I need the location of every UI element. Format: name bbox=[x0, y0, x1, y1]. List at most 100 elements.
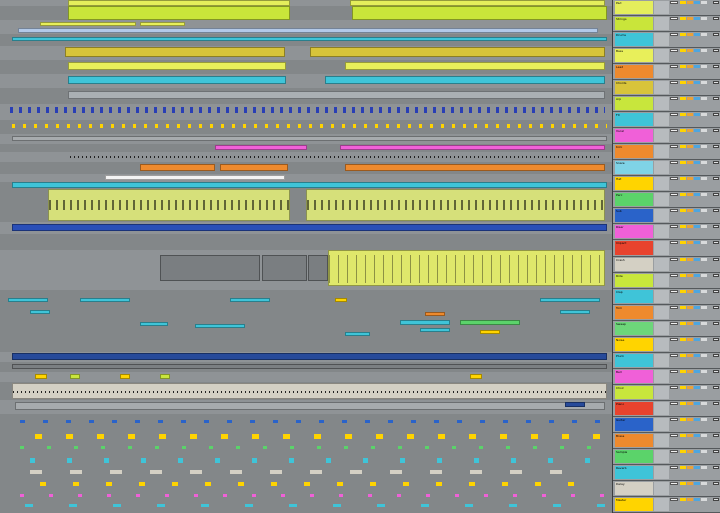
monitor-button[interactable] bbox=[701, 1, 707, 4]
activator-button[interactable] bbox=[680, 481, 686, 485]
monitor-button[interactable] bbox=[701, 129, 707, 133]
monitor-button[interactable] bbox=[701, 273, 707, 277]
track-header[interactable]: Drums bbox=[613, 32, 720, 49]
midi-clip[interactable] bbox=[160, 374, 170, 379]
arm-button[interactable] bbox=[694, 257, 700, 261]
solo-button[interactable] bbox=[687, 273, 693, 277]
arm-button[interactable] bbox=[694, 17, 700, 21]
track-lane[interactable] bbox=[0, 88, 612, 105]
pan-field[interactable] bbox=[713, 161, 719, 165]
arm-button[interactable] bbox=[694, 33, 700, 37]
monitor-button[interactable] bbox=[701, 289, 707, 293]
track-name[interactable]: Reverb bbox=[615, 465, 653, 479]
solo-button[interactable] bbox=[687, 433, 693, 437]
arm-button[interactable] bbox=[694, 113, 700, 117]
midi-clip[interactable] bbox=[68, 76, 286, 84]
arm-button[interactable] bbox=[694, 177, 700, 181]
midi-clip[interactable] bbox=[12, 37, 607, 41]
activator-button[interactable] bbox=[680, 113, 686, 117]
track-name[interactable]: Bass bbox=[615, 49, 653, 63]
activator-button[interactable] bbox=[680, 497, 686, 501]
arm-button[interactable] bbox=[694, 497, 700, 501]
midi-clip[interactable] bbox=[425, 312, 445, 316]
audio-clip[interactable] bbox=[68, 91, 605, 99]
volume-field[interactable] bbox=[670, 161, 678, 165]
track-name[interactable]: Snare bbox=[615, 161, 653, 175]
clip-slot[interactable] bbox=[654, 225, 669, 239]
clip-slot[interactable] bbox=[654, 241, 669, 255]
track-header[interactable]: Impact bbox=[613, 240, 720, 257]
track-name[interactable]: Strings bbox=[615, 17, 653, 31]
monitor-button[interactable] bbox=[701, 33, 707, 37]
pan-field[interactable] bbox=[713, 97, 719, 101]
pan-field[interactable] bbox=[713, 177, 719, 181]
track-header[interactable]: Brass bbox=[613, 433, 720, 449]
monitor-button[interactable] bbox=[701, 225, 707, 229]
track-name[interactable]: Tom bbox=[615, 305, 653, 319]
monitor-button[interactable] bbox=[701, 481, 707, 485]
midi-clip[interactable] bbox=[18, 28, 598, 33]
track-name[interactable]: Sweep bbox=[615, 321, 653, 335]
midi-clip[interactable] bbox=[215, 145, 307, 150]
volume-field[interactable] bbox=[670, 337, 678, 341]
clip-slot[interactable] bbox=[654, 177, 669, 191]
track-name[interactable]: Delay bbox=[615, 481, 653, 495]
audio-clip[interactable] bbox=[12, 383, 607, 399]
pan-field[interactable] bbox=[713, 385, 719, 389]
pan-field[interactable] bbox=[713, 433, 719, 437]
solo-button[interactable] bbox=[687, 369, 693, 373]
arm-button[interactable] bbox=[694, 145, 700, 149]
clip-slot[interactable] bbox=[654, 369, 669, 383]
arm-button[interactable] bbox=[694, 97, 700, 101]
audio-clip[interactable] bbox=[308, 255, 328, 281]
volume-field[interactable] bbox=[670, 497, 678, 501]
monitor-button[interactable] bbox=[701, 193, 707, 197]
pan-field[interactable] bbox=[713, 321, 719, 325]
volume-field[interactable] bbox=[670, 481, 678, 485]
volume-field[interactable] bbox=[670, 1, 678, 4]
clip-slot[interactable] bbox=[654, 321, 669, 335]
clip-slot[interactable] bbox=[654, 161, 669, 175]
track-name[interactable]: Noise bbox=[615, 337, 653, 351]
activator-button[interactable] bbox=[680, 257, 686, 261]
pan-field[interactable] bbox=[713, 369, 719, 373]
track-lane[interactable] bbox=[0, 20, 612, 35]
midi-clip[interactable] bbox=[310, 47, 605, 57]
track-header[interactable]: Snare bbox=[613, 160, 720, 177]
track-header[interactable]: Delay bbox=[613, 481, 720, 497]
track-header[interactable]: Vocal bbox=[613, 128, 720, 145]
activator-button[interactable] bbox=[680, 161, 686, 165]
track-header[interactable]: Pluck bbox=[613, 353, 720, 369]
solo-button[interactable] bbox=[687, 81, 693, 85]
solo-button[interactable] bbox=[687, 305, 693, 309]
midi-clip[interactable] bbox=[195, 324, 245, 328]
track-lane[interactable] bbox=[0, 120, 612, 135]
clip-slot[interactable] bbox=[654, 193, 669, 207]
arm-button[interactable] bbox=[694, 49, 700, 53]
solo-button[interactable] bbox=[687, 17, 693, 21]
pan-field[interactable] bbox=[713, 33, 719, 37]
track-lane[interactable] bbox=[0, 250, 612, 291]
activator-button[interactable] bbox=[680, 449, 686, 453]
solo-button[interactable] bbox=[687, 241, 693, 245]
activator-button[interactable] bbox=[680, 49, 686, 53]
activator-button[interactable] bbox=[680, 417, 686, 421]
track-header[interactable]: Lead bbox=[613, 64, 720, 81]
pan-field[interactable] bbox=[713, 241, 719, 245]
pan-field[interactable] bbox=[713, 225, 719, 229]
arm-button[interactable] bbox=[694, 449, 700, 453]
monitor-button[interactable] bbox=[701, 17, 707, 21]
pan-field[interactable] bbox=[713, 209, 719, 213]
midi-clip[interactable] bbox=[220, 164, 288, 171]
audio-clip[interactable] bbox=[12, 136, 607, 141]
midi-clip[interactable] bbox=[80, 298, 130, 302]
clip-slot[interactable] bbox=[654, 81, 669, 95]
monitor-button[interactable] bbox=[701, 145, 707, 149]
solo-button[interactable] bbox=[687, 337, 693, 341]
arm-button[interactable] bbox=[694, 401, 700, 405]
solo-button[interactable] bbox=[687, 481, 693, 485]
midi-clip[interactable] bbox=[65, 47, 285, 57]
monitor-button[interactable] bbox=[701, 305, 707, 309]
solo-button[interactable] bbox=[687, 129, 693, 133]
pan-field[interactable] bbox=[713, 193, 719, 197]
